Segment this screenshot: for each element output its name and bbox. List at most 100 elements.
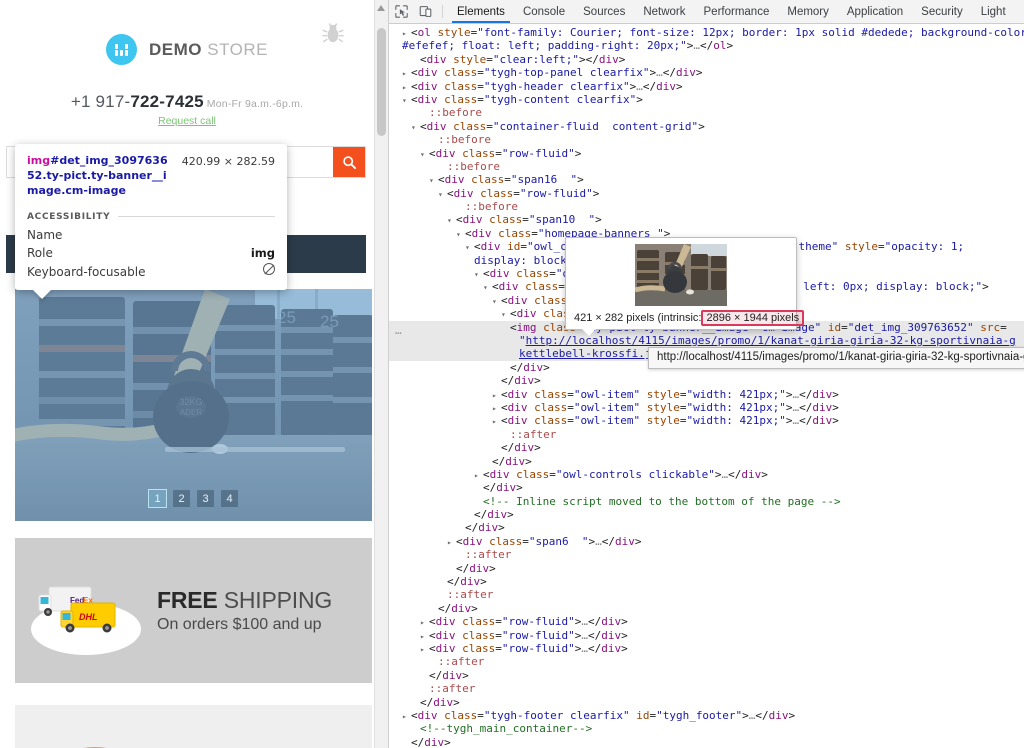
disclosure-triangle-icon[interactable]: ▸ xyxy=(492,389,501,402)
carousel-dot-4[interactable]: 4 xyxy=(221,490,238,507)
dom-tree-line[interactable]: </div> xyxy=(389,575,1024,588)
dom-tree-line[interactable]: ▸ <div class="row-fluid">…</div> xyxy=(389,615,1024,628)
dom-tree-line[interactable]: ::before xyxy=(389,200,1024,213)
disclosure-triangle-icon[interactable]: ▾ xyxy=(420,148,429,161)
free-shipping-banner[interactable]: Fed Ex DHL FREE SHIPPING On orders $100 … xyxy=(15,538,372,683)
dom-tree-line[interactable]: ▸ <div class="owl-item" style="width: 421… xyxy=(389,414,1024,427)
dom-tree-line[interactable]: ▸ <div class="tygh-top-panel clearfix">…<… xyxy=(389,66,1024,79)
dom-tree-line[interactable]: ▸ <div class="tygh-header clearfix">…</di… xyxy=(389,80,1024,93)
dom-tree-line[interactable]: ▸ <div class="owl-item" style="width: 421… xyxy=(389,401,1024,414)
devtools-tab-sources[interactable]: Sources xyxy=(574,0,634,23)
dom-tree-line[interactable]: <!--tygh_main_container--> xyxy=(389,722,1024,735)
dom-tree-line[interactable]: ::after xyxy=(389,428,1024,441)
disclosure-triangle-icon[interactable]: ▸ xyxy=(492,415,501,428)
dom-tree-line[interactable]: #efefef; float: left; padding-right: 20p… xyxy=(389,39,1024,52)
dom-tree-line[interactable]: <!-- Inline script moved to the bottom o… xyxy=(389,495,1024,508)
dom-tree-line[interactable]: ::after xyxy=(389,548,1024,561)
scroll-up-arrow-icon[interactable] xyxy=(377,5,385,11)
carousel-pagination[interactable]: 1234 xyxy=(15,489,372,508)
dom-tree-line[interactable]: </div> xyxy=(389,521,1024,534)
carousel-dot-3[interactable]: 3 xyxy=(197,490,214,507)
disclosure-triangle-icon[interactable]: ▾ xyxy=(501,308,510,321)
dom-tree-line[interactable]: </div> xyxy=(389,562,1024,575)
dom-tree-line[interactable]: </div> xyxy=(389,669,1024,682)
dom-tree-line[interactable]: <div style="clear:left;"></div> xyxy=(389,53,1024,66)
brand-name-light: STORE xyxy=(207,39,268,59)
page-scrollbar-thumb[interactable] xyxy=(377,28,386,136)
dom-tree[interactable]: ▸ <ol style="font-family: Courier; font-s… xyxy=(389,24,1024,748)
dom-tree-line[interactable]: </div> xyxy=(389,696,1024,709)
dom-tree-line[interactable]: ::after xyxy=(389,655,1024,668)
dom-tree-line[interactable]: ▸ <div class="owl-item" style="width: 421… xyxy=(389,388,1024,401)
dom-tree-line[interactable]: ::after xyxy=(389,588,1024,601)
disclosure-triangle-icon[interactable]: ▸ xyxy=(492,402,501,415)
disclosure-triangle-icon[interactable]: ▸ xyxy=(402,67,411,80)
disclosure-triangle-icon[interactable]: ▾ xyxy=(474,268,483,281)
dom-tree-line[interactable]: ▾ <div class="row-fluid"> xyxy=(389,147,1024,160)
disclosure-triangle-icon[interactable]: ▾ xyxy=(492,295,501,308)
disclosure-triangle-icon[interactable]: ▸ xyxy=(420,616,429,629)
dom-tree-line[interactable]: ▸ <div class="row-fluid">…</div> xyxy=(389,629,1024,642)
disclosure-triangle-icon[interactable]: ▸ xyxy=(420,630,429,643)
dom-tree-line[interactable]: ▾ <div class="tygh-content clearfix"> xyxy=(389,93,1024,106)
dom-tree-line[interactable]: ▾ <div class="container-fluid content-gri… xyxy=(389,120,1024,133)
dom-tree-line[interactable]: ▸ <div class="tygh-footer clearfix" id="t… xyxy=(389,709,1024,722)
dom-tree-line[interactable]: ▸ <div class="span6 ">…</div> xyxy=(389,535,1024,548)
devtools-tab-performance[interactable]: Performance xyxy=(695,0,779,23)
disclosure-triangle-icon[interactable]: ▸ xyxy=(402,27,411,40)
dom-tree-line[interactable]: </div> xyxy=(389,481,1024,494)
device-toolbar-icon[interactable] xyxy=(413,0,437,23)
disclosure-triangle-icon[interactable]: ▾ xyxy=(429,174,438,187)
devtools-tab-elements[interactable]: Elements xyxy=(448,0,514,23)
toolbar-divider xyxy=(442,5,443,18)
dom-tree-line[interactable]: </div> xyxy=(389,602,1024,615)
image-preview-thumbnail xyxy=(635,244,727,306)
carousel-dot-1[interactable]: 1 xyxy=(148,489,167,508)
dom-tree-line[interactable]: ▸ <div class="row-fluid">…</div> xyxy=(389,642,1024,655)
dom-tree-line[interactable]: ::before xyxy=(389,160,1024,173)
dom-tree-line[interactable]: </div> xyxy=(389,508,1024,521)
dom-tree-line[interactable]: ▸ <ol style="font-family: Courier; font-s… xyxy=(389,26,1024,39)
dom-tree-line[interactable]: ▸ <div class="owl-controls clickable">…</… xyxy=(389,468,1024,481)
disclosure-triangle-icon[interactable]: ▾ xyxy=(456,228,465,241)
next-promo-banner[interactable] xyxy=(15,705,372,748)
brand-name-bold: DEMO xyxy=(149,39,202,59)
dom-tree-line[interactable]: ▾ <div class="span16 "> xyxy=(389,173,1024,186)
dom-tree-line[interactable]: ▾ <div class="row-fluid"> xyxy=(389,187,1024,200)
devtools-tab-application[interactable]: Application xyxy=(838,0,912,23)
disclosure-triangle-icon[interactable]: ▸ xyxy=(402,81,411,94)
page-scrollbar[interactable] xyxy=(374,0,388,748)
disclosure-triangle-icon[interactable]: ▾ xyxy=(411,121,420,134)
devtools-tab-security[interactable]: Security xyxy=(912,0,972,23)
carousel-dot-2[interactable]: 2 xyxy=(173,490,190,507)
dom-tree-line[interactable]: ▾ <div class="span10 "> xyxy=(389,213,1024,226)
disclosure-triangle-icon[interactable]: ▸ xyxy=(402,710,411,723)
dom-tree-line[interactable]: </div> xyxy=(389,441,1024,454)
disclosure-triangle-icon[interactable]: ▾ xyxy=(465,241,474,254)
devtools-tab-light[interactable]: Light xyxy=(972,0,1015,23)
devtools-tab-network[interactable]: Network xyxy=(634,0,694,23)
dom-tree-line[interactable]: </div> xyxy=(389,374,1024,387)
dom-tree-line[interactable]: ::before xyxy=(389,133,1024,146)
disclosure-triangle-icon[interactable]: ▾ xyxy=(447,214,456,227)
disclosure-triangle-icon[interactable]: ▸ xyxy=(420,643,429,656)
devtools-tab-memory[interactable]: Memory xyxy=(778,0,838,23)
tooltip-row-value: img xyxy=(250,245,275,260)
disclosure-triangle-icon[interactable]: ▾ xyxy=(402,94,411,107)
disclosure-triangle-icon[interactable]: ▸ xyxy=(474,469,483,482)
devtools-tab-console[interactable]: Console xyxy=(514,0,574,23)
disclosure-triangle-icon[interactable]: ▾ xyxy=(438,188,447,201)
dom-tree-line[interactable]: </div> xyxy=(389,455,1024,468)
disclosure-triangle-icon[interactable]: ▸ xyxy=(447,536,456,549)
dom-tree-line[interactable]: ::before xyxy=(389,106,1024,119)
request-call-link[interactable]: Request call xyxy=(0,115,374,127)
phone-number[interactable]: +1 917-722-7425 Mon-Fr 9a.m.-6p.m. xyxy=(0,92,374,112)
inspect-element-icon[interactable] xyxy=(389,0,413,23)
dom-tree-line[interactable]: </div> xyxy=(389,736,1024,748)
dom-tree-line[interactable]: ::after xyxy=(389,682,1024,695)
homepage-banner-carousel[interactable]: 32KG ADER 25 25 1234 xyxy=(15,289,372,521)
dom-tree-line[interactable]: "http://localhost/4115/images/promo/1/ka… xyxy=(389,333,1024,348)
disclosure-triangle-icon[interactable]: ▾ xyxy=(483,281,492,294)
search-button[interactable] xyxy=(333,147,365,177)
site-logo[interactable]: DEMO STORE xyxy=(0,34,374,65)
